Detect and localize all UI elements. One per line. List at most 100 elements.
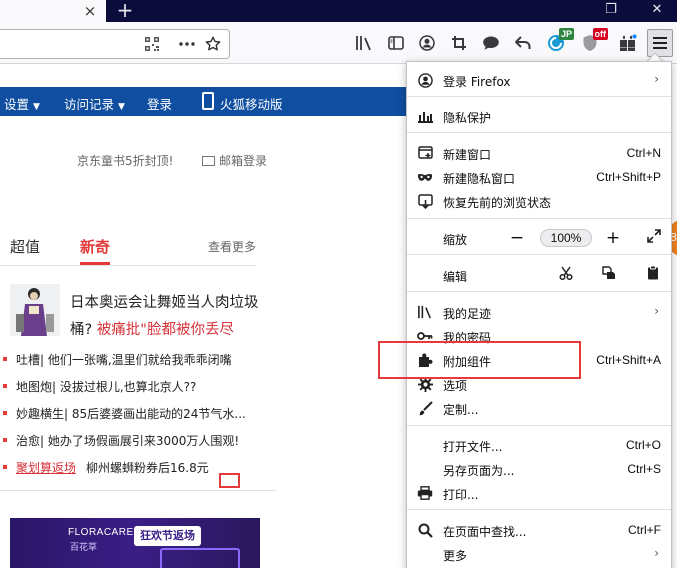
zoom-out-button[interactable]: − [506,228,528,248]
menu-edit-row: 编辑 [407,263,671,287]
menu-more[interactable]: 更多 › [407,542,671,566]
story-title-line1[interactable]: 日本奥运会让舞姬当人肉垃圾 [70,291,259,312]
menu-separator [407,218,671,219]
menu-restore-session[interactable]: 恢复先前的浏览状态 [407,189,671,213]
bar-chart-icon [417,108,433,124]
active-tab[interactable]: × [0,0,106,22]
extensions-puzzle-icon[interactable] [616,31,640,55]
private-mask-icon [417,169,433,185]
divider [0,265,256,266]
chevron-down-icon: ▼ [33,102,40,112]
nav-mobile[interactable]: 火狐移动版 [220,94,283,113]
copy-icon [602,266,615,279]
menu-separator [407,132,671,133]
chevron-right-icon: › [654,72,659,86]
menu-separator [407,291,671,292]
tab-novel[interactable]: 新奇 [80,236,110,257]
adblock-badge: off [592,28,608,40]
menu-save-page-as[interactable]: 另存页面为... Ctrl+S [407,457,671,481]
translate-badge: JP [558,28,574,40]
chevron-down-icon: ▼ [118,102,125,112]
paste-button[interactable] [642,265,664,285]
account-icon[interactable] [415,31,439,55]
chat-bubble-icon[interactable] [479,31,503,55]
back-arrow-icon[interactable] [511,31,535,55]
ad-banner[interactable]: FLORACARE 百花草 狂欢节返场 [10,518,260,568]
nav-login[interactable]: 登录 [147,94,172,113]
search-icon [417,522,433,538]
title-bar: × + ❐ ✕ [0,0,677,22]
menu-separator [407,425,671,426]
translate-extension-icon[interactable]: JP [544,28,574,55]
news-item[interactable]: 治愈| 她办了场假画展引来3000万人围观! [2,432,239,449]
new-window-icon [417,145,433,161]
menu-open-file[interactable]: 打开文件... Ctrl+O [407,433,671,457]
divider [0,490,276,491]
news-item[interactable]: 吐槽| 他们一张嘴,温里们就给我乖乖闭嘴 [3,351,232,368]
copy-button[interactable] [598,265,620,285]
sidebar-icon[interactable] [384,31,408,55]
clipboard-icon [648,265,658,280]
news-item[interactable]: 聚划算返场 柳州螺蛳粉券后16.8元 [3,459,209,476]
url-bar[interactable] [0,29,230,59]
qr-code-icon[interactable] [141,33,163,55]
mobile-phone-icon [202,92,214,110]
menu-find-in-page[interactable]: 在页面中查找... Ctrl+F [407,518,671,542]
adblock-extension-icon[interactable]: off [578,28,608,55]
menu-print[interactable]: 打印... [407,481,671,505]
chevron-right-icon: › [654,304,659,318]
hamburger-icon [653,37,667,49]
site-top-nav: 设置 ▼ 访问记录 ▼ 登录 火狐移动版 [0,87,406,116]
firefox-main-menu: 登录 Firefox › 隐私保护 新建窗口 Ctrl+N 新建隐私窗口 Ctr… [406,61,672,568]
zoom-reset-button[interactable]: 100% [540,229,592,247]
cut-button[interactable] [555,265,577,285]
banner-brand-cn: 百花草 [70,543,98,553]
scissors-icon [559,266,573,281]
annotation-box-small [219,473,240,488]
page-actions-icon[interactable] [176,33,198,55]
menu-sign-in[interactable]: 登录 Firefox › [407,68,671,92]
news-item[interactable]: 地图炮| 没拔过根儿,也算北京人?? [2,378,196,395]
open-menu-button[interactable] [647,29,673,57]
new-tab-icon[interactable]: + [113,0,137,22]
banner-brand: FLORACARE [68,527,134,538]
banner-frame [160,548,240,568]
navigation-toolbar: JP off [0,22,677,64]
fullscreen-icon [647,229,661,243]
zoom-in-button[interactable]: + [602,228,624,248]
annotation-highlight-addons [378,341,581,379]
nav-history[interactable]: 访问记录 ▼ [64,94,125,113]
menu-privacy-protections[interactable]: 隐私保护 [407,104,671,128]
close-window-icon[interactable]: ✕ [642,0,672,22]
library-icon [417,304,433,320]
account-icon [417,72,433,88]
restore-session-icon [417,193,433,209]
paintbrush-icon [417,400,433,416]
restore-window-icon[interactable]: ❐ [596,0,626,22]
menu-zoom-row: 缩放 − 100% + [407,226,671,250]
menu-separator [407,509,671,510]
tab-close-icon[interactable]: × [80,1,100,21]
crop-screenshot-icon[interactable] [447,31,471,55]
news-item[interactable]: 妙趣横生| 85后婆婆画出能动的24节气水... [3,405,246,422]
library-icon[interactable] [352,31,376,55]
menu-new-private-window[interactable]: 新建隐私窗口 Ctrl+Shift+P [407,165,671,189]
promo-link[interactable]: 京东童书5折封顶! [77,152,173,169]
tab-value[interactable]: 超值 [10,236,40,257]
printer-icon [417,485,433,501]
menu-separator [407,96,671,97]
menu-library[interactable]: 我的足迹 › [407,300,671,324]
chevron-right-icon: › [654,546,659,560]
bookmark-star-icon[interactable] [202,33,224,55]
banner-slogan: 狂欢节返场 [134,526,201,546]
story-title-line2[interactable]: 桶? 被痛批"脸都被你丢尽 [70,318,234,339]
story-thumbnail[interactable] [10,284,60,336]
menu-customize[interactable]: 定制... [407,396,671,420]
menu-new-window[interactable]: 新建窗口 Ctrl+N [407,141,671,165]
menu-separator [407,254,671,255]
view-more-link[interactable]: 查看更多 [208,238,256,255]
nav-settings[interactable]: 设置 ▼ [4,94,40,113]
mail-login-link[interactable]: 邮箱登录 [202,152,267,169]
fullscreen-button[interactable] [643,228,665,248]
mail-icon [202,156,215,166]
